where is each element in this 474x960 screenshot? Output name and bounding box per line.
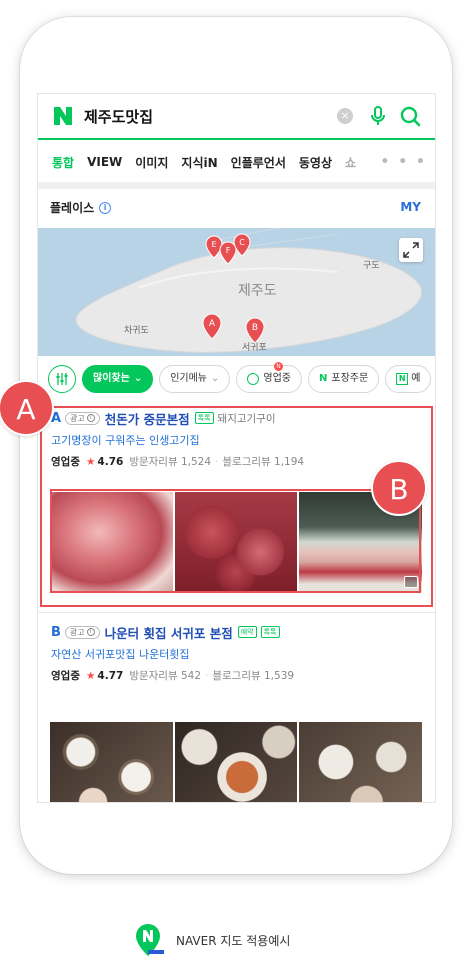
- menu-chip[interactable]: 인기메뉴 ⌄: [159, 365, 231, 393]
- info-icon[interactable]: i: [99, 201, 112, 214]
- map-marker-label: F: [226, 246, 231, 255]
- tab-shopping[interactable]: 쇼: [345, 154, 356, 171]
- annotation-marker: A: [0, 380, 54, 436]
- reservation-chip[interactable]: N 예: [385, 365, 432, 393]
- ad-label: 광고: [69, 627, 85, 637]
- map-marker-label: A: [209, 319, 216, 329]
- place-meta: 영업중 ★ 4.77 방문자리뷰 542 · 블로그리뷰 1,539: [51, 668, 435, 683]
- annotation-marker: B: [371, 460, 427, 516]
- chevron-down-icon: ⌄: [211, 373, 220, 384]
- map-place-label: 차귀도: [124, 326, 149, 336]
- place-name-link[interactable]: 나운터 횟집 서귀포 본점: [105, 623, 233, 642]
- tab-kin[interactable]: 지식iN: [181, 154, 217, 171]
- footer-caption: NAVER 지도 적용예시: [176, 933, 291, 948]
- microphone-icon[interactable]: [367, 105, 389, 127]
- new-badge: N: [274, 362, 284, 371]
- result-divider: [38, 612, 435, 613]
- naver-n-box-icon: N: [396, 373, 409, 385]
- filter-settings-chip[interactable]: [48, 365, 76, 393]
- place-result[interactable]: B 광고 i 나운터 횟집 서귀포 본점 예약 톡톡 자연산 서귀포맛집 나운터횟…: [38, 622, 435, 802]
- naver-n-icon: N: [319, 373, 328, 384]
- chevron-down-icon: ⌄: [133, 373, 143, 384]
- popular-chip[interactable]: 많이찾는 ⌄: [82, 365, 154, 393]
- business-status: 영업중: [51, 670, 80, 682]
- place-promo-link[interactable]: 자연산 서귀포맛집 나운터횟집: [51, 646, 435, 662]
- reservation-chip-label: 예: [411, 373, 421, 384]
- map-marker-label: C: [239, 238, 245, 247]
- highlight-box-photos: [50, 489, 421, 593]
- map-markers-north[interactable]: E F C: [204, 232, 284, 272]
- popular-chip-label: 많이찾는: [93, 373, 130, 384]
- tab-influencer[interactable]: 인플루언서: [231, 154, 286, 171]
- footer-caption-row: NAVER 지도 적용예시: [128, 920, 290, 960]
- clear-icon[interactable]: ×: [337, 108, 353, 124]
- food-photo[interactable]: [50, 722, 173, 802]
- search-input[interactable]: 제주도맛집: [84, 106, 337, 127]
- more-tabs-icon[interactable]: • • •: [380, 155, 427, 169]
- tab-images[interactable]: 이미지: [135, 154, 168, 171]
- takeout-chip[interactable]: N 포장주문: [308, 365, 380, 393]
- tab-view[interactable]: VIEW: [87, 155, 122, 169]
- search-icon[interactable]: [399, 105, 421, 127]
- filter-chips: 많이찾는 ⌄ 인기메뉴 ⌄ 영업중 N N 포장주문 N 예: [48, 362, 435, 394]
- naver-map-logo-icon: [136, 924, 164, 956]
- menu-chip-label: 인기메뉴: [170, 373, 208, 384]
- tab-video[interactable]: 동영상: [299, 154, 332, 171]
- talktalk-badge[interactable]: 톡톡: [260, 626, 280, 638]
- takeout-chip-label: 포장주문: [331, 373, 369, 384]
- naver-logo-icon[interactable]: [52, 105, 74, 127]
- photo-strip: [50, 722, 423, 802]
- search-tabs: 통합 VIEW 이미지 지식iN 인플루언서 동영상 쇼 • • •: [38, 142, 435, 182]
- place-title: 플레이스: [50, 201, 95, 215]
- reservation-badge[interactable]: 예약: [237, 626, 257, 638]
- map-view[interactable]: 제주도 구도 차귀도 서귀포 E F C A B: [38, 228, 435, 356]
- map-place-label: 구도: [363, 261, 380, 271]
- expand-map-icon[interactable]: [399, 238, 423, 262]
- ad-badge[interactable]: 광고 i: [64, 625, 100, 639]
- food-photo[interactable]: [299, 722, 423, 802]
- section-gap: [38, 182, 435, 189]
- map-marker-label: B: [252, 323, 258, 333]
- food-photo[interactable]: [174, 722, 298, 802]
- filter-icon: [56, 373, 68, 385]
- search-bar: 제주도맛집 ×: [38, 94, 435, 140]
- blog-reviews[interactable]: 블로그리뷰 1,539: [212, 668, 294, 683]
- clock-icon: [247, 373, 260, 385]
- star-icon: ★: [85, 669, 96, 682]
- open-now-chip[interactable]: 영업중 N: [236, 362, 303, 393]
- result-marker-letter: B: [51, 624, 61, 640]
- info-icon: i: [86, 628, 95, 636]
- place-header: 플레이스 i: [50, 199, 112, 216]
- visitor-reviews[interactable]: 방문자리뷰 542: [129, 668, 201, 683]
- my-link[interactable]: MY: [400, 200, 421, 214]
- map-markers-south[interactable]: A B: [202, 312, 272, 352]
- tab-all[interactable]: 통합: [52, 154, 74, 171]
- map-region-label: 제주도: [238, 283, 277, 299]
- map-marker-label: E: [211, 240, 216, 249]
- separator: ·: [205, 669, 209, 682]
- rating-value: 4.77: [97, 669, 124, 682]
